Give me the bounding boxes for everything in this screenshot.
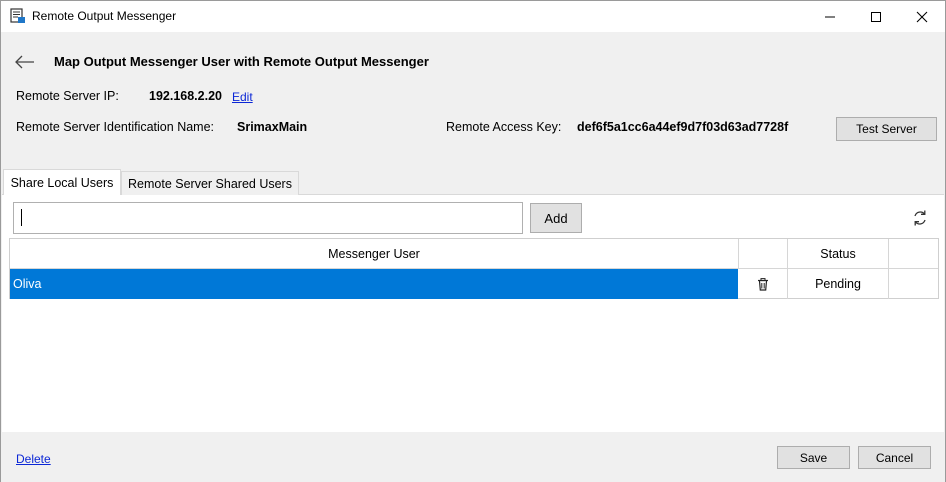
column-header-extra	[889, 239, 938, 269]
save-button[interactable]: Save	[777, 446, 850, 469]
app-window: Remote Output Messenger Map Output Messe…	[0, 0, 946, 482]
access-key-value: def6f5a1cc6a44ef9d7f03d63ad7728f	[577, 120, 789, 134]
add-button[interactable]: Add	[530, 203, 582, 233]
server-id-label: Remote Server Identification Name:	[16, 120, 215, 134]
delete-row-button[interactable]	[739, 269, 788, 299]
close-button[interactable]	[899, 1, 945, 32]
trash-icon	[758, 277, 768, 291]
tab-remote-server-shared-users[interactable]: Remote Server Shared Users	[121, 171, 299, 195]
messenger-app-icon	[10, 8, 26, 24]
server-id-value: SrimaxMain	[237, 120, 308, 134]
back-arrow-icon[interactable]	[14, 54, 36, 70]
column-header-action	[739, 239, 788, 269]
close-icon	[916, 11, 928, 22]
user-search-input[interactable]	[13, 202, 523, 234]
users-grid: Messenger User Status Oliva Pending	[9, 238, 939, 299]
cell-extra	[889, 269, 938, 299]
maximize-icon	[871, 11, 881, 22]
test-server-button[interactable]: Test Server	[836, 117, 937, 141]
server-ip-label: Remote Server IP:	[16, 89, 119, 103]
cell-status: Pending	[788, 269, 889, 299]
edit-link[interactable]: Edit	[232, 90, 253, 104]
refresh-icon[interactable]	[910, 208, 930, 228]
maximize-button[interactable]	[853, 1, 899, 32]
text-caret	[21, 209, 22, 226]
page-title: Map Output Messenger User with Remote Ou…	[54, 54, 429, 69]
tab-share-local-users[interactable]: Share Local Users	[3, 169, 121, 195]
cell-messenger-user[interactable]: Oliva	[10, 269, 739, 299]
window-title: Remote Output Messenger	[32, 9, 177, 23]
server-ip-value: 192.168.2.20	[149, 89, 222, 103]
minimize-icon	[825, 16, 835, 17]
title-bar: Remote Output Messenger	[1, 1, 945, 32]
column-header-status[interactable]: Status	[788, 239, 889, 269]
access-key-label: Remote Access Key:	[446, 120, 562, 134]
cancel-button[interactable]: Cancel	[858, 446, 931, 469]
minimize-button[interactable]	[807, 1, 853, 32]
delete-link[interactable]: Delete	[16, 452, 51, 466]
column-header-messenger-user[interactable]: Messenger User	[10, 239, 739, 269]
